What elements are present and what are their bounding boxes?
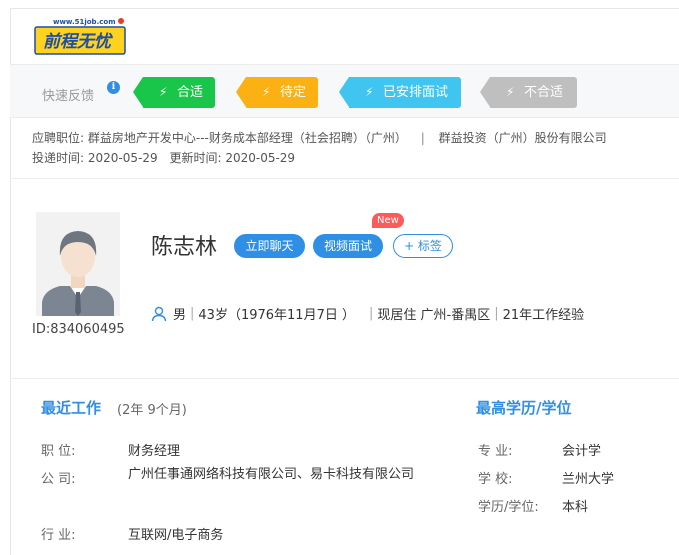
recent-work-duration: (2年 9个月) [117, 403, 187, 418]
gender: 男 [173, 308, 187, 323]
feedback-interview-arranged-label: 已安排面试 [383, 85, 449, 100]
lightning-icon: ⚡ [506, 85, 515, 99]
applied-position-value: 群益房地产开发中心---财务成本部经理（社会招聘）（广州） [87, 131, 407, 145]
separator: | [190, 306, 195, 321]
edu-major-value: 会计学 [562, 444, 602, 459]
divider [10, 178, 679, 179]
person-icon [151, 306, 167, 321]
work-company-value: 广州任事通网络科技有限公司、易卡科技有限公司 [128, 467, 415, 482]
feedback-unsuitable-button[interactable]: ⚡ 不合适 [480, 77, 577, 108]
apply-time-value: 2020-05-29 [87, 151, 158, 165]
education-title: 最高学历/学位 [476, 399, 572, 417]
update-time-label: 更新时间: [169, 151, 222, 165]
divider [10, 378, 679, 379]
applied-position-row: 应聘职位: 群益房地产开发中心---财务成本部经理（社会招聘）（广州） | 群益… [32, 128, 607, 148]
edu-degree-label: 学历/学位: [478, 500, 539, 515]
residence: 现居住 广州-番禺区 [377, 308, 491, 323]
quick-feedback-bar: 快速反馈 i ⚡ 合适 ⚡ 待定 ⚡ 已安排面试 ⚡ 不合适 [10, 64, 679, 118]
separator: | [494, 306, 499, 321]
51job-logo: www.51job.com 前程无忧 [33, 15, 128, 57]
feedback-pending-button[interactable]: ⚡ 待定 [236, 77, 318, 108]
work-position-label: 职 位: [41, 444, 76, 459]
edu-major-label: 专 业: [478, 444, 513, 459]
basic-info: 男 | 43岁（1976年11月7日 ） | 现居住 广州-番禺区 | 21年工… [151, 304, 584, 323]
lightning-icon: ⚡ [262, 85, 271, 99]
edu-degree-value: 本科 [562, 500, 589, 515]
feedback-suitable-button[interactable]: ⚡ 合适 [133, 77, 215, 108]
work-position-value: 财务经理 [128, 444, 181, 459]
apply-time-label: 投递时间: [32, 151, 85, 165]
feedback-interview-arranged-button[interactable]: ⚡ 已安排面试 [339, 77, 461, 108]
separator: | [368, 306, 374, 321]
candidate-name: 陈志林 [151, 235, 218, 260]
feedback-suitable-label: 合适 [177, 85, 204, 100]
quick-feedback-label: 快速反馈 [42, 89, 95, 104]
info-icon[interactable]: i [107, 81, 120, 94]
age: 43岁（1976年11月7日 ） [198, 308, 355, 323]
work-industry-label: 行 业: [41, 528, 76, 543]
avatar [36, 212, 120, 316]
svg-text:www.51job.com: www.51job.com [53, 18, 115, 26]
feedback-unsuitable-label: 不合适 [524, 85, 564, 100]
add-tag-button[interactable]: + 标签 [393, 234, 453, 258]
lightning-icon: ⚡ [159, 85, 168, 99]
svg-text:前程无忧: 前程无忧 [43, 32, 114, 52]
applied-position-label: 应聘职位: [32, 131, 85, 145]
update-time-value: 2020-05-29 [225, 151, 296, 165]
chat-now-button[interactable]: 立即聊天 [234, 234, 305, 258]
recent-work-title: 最近工作 [41, 399, 102, 417]
work-experience: 21年工作经验 [502, 308, 585, 323]
lightning-icon: ⚡ [365, 85, 374, 99]
separator: | [420, 131, 425, 145]
company-name: 群益投资（广州）股份有限公司 [438, 131, 607, 145]
work-industry-value: 互联网/电子商务 [128, 528, 224, 543]
feedback-pending-label: 待定 [280, 85, 307, 100]
application-info: 应聘职位: 群益房地产开发中心---财务成本部经理（社会招聘）（广州） | 群益… [32, 128, 607, 168]
work-company-label: 公 司: [41, 472, 76, 487]
resume-id: ID:834060495 [32, 322, 125, 337]
edu-school-value: 兰州大学 [562, 472, 615, 487]
video-interview-button[interactable]: 视频面试 [313, 234, 383, 258]
time-row: 投递时间: 2020-05-29 更新时间: 2020-05-29 [32, 148, 607, 168]
edu-school-label: 学 校: [478, 472, 513, 487]
new-badge: New [372, 213, 404, 228]
